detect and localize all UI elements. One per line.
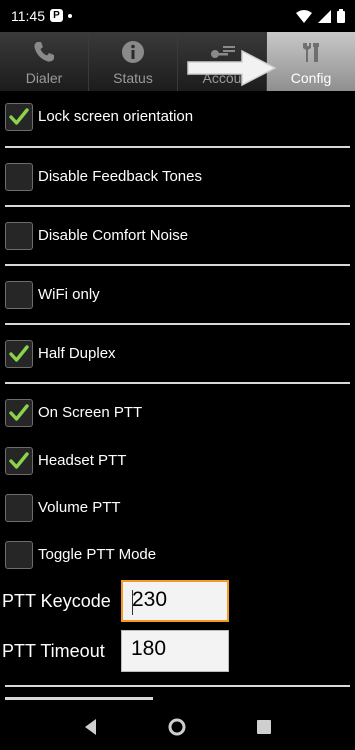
ptt-keycode-label: PTT Keycode: [2, 591, 111, 611]
option-disable-feedback-tones[interactable]: Disable Feedback Tones: [0, 161, 355, 197]
tab-dialer[interactable]: Dialer: [0, 32, 89, 91]
divider: [5, 323, 350, 325]
ptt-timeout-value: 180: [131, 637, 167, 660]
status-bar: 11:45 P: [0, 0, 355, 32]
account-key-icon: [211, 46, 235, 58]
option-volume-ptt[interactable]: Volume PTT: [0, 492, 355, 528]
tab-config-label: Config: [290, 70, 332, 86]
status-time: 11:45: [11, 8, 45, 24]
option-toggle-ptt-mode[interactable]: Toggle PTT Mode: [0, 539, 355, 575]
signal-icon: [318, 9, 331, 23]
notification-dot-icon: [68, 14, 72, 18]
tab-config[interactable]: Config: [267, 32, 355, 91]
divider: [5, 205, 350, 207]
ptt-keycode-value: 230: [132, 588, 168, 611]
tab-bar: Dialer Status Accou Config: [0, 32, 355, 91]
divider: [5, 685, 350, 687]
text-caret: [132, 590, 133, 615]
checkbox[interactable]: [5, 447, 33, 475]
notification-icon: P: [50, 9, 63, 22]
tools-icon: [303, 43, 319, 62]
ptt-keycode-row: PTT Keycode 230: [0, 580, 355, 624]
wifi-icon: [296, 9, 312, 23]
option-on-screen-ptt[interactable]: On Screen PTT: [0, 397, 355, 433]
option-label: WiFi only: [38, 286, 100, 303]
checkbox[interactable]: [5, 281, 33, 309]
divider: [5, 382, 350, 384]
option-half-duplex[interactable]: Half Duplex: [0, 338, 355, 374]
option-label: Disable Feedback Tones: [38, 168, 202, 185]
option-wifi-only[interactable]: WiFi only: [0, 279, 355, 315]
ptt-timeout-row: PTT Timeout 180: [0, 630, 355, 674]
option-label: Lock screen orientation: [38, 108, 194, 125]
tab-status[interactable]: Status: [89, 32, 178, 91]
option-label: Toggle PTT Mode: [38, 546, 157, 563]
checkbox[interactable]: [5, 541, 33, 569]
tab-accounts-label: Accou: [202, 70, 242, 86]
checkbox[interactable]: [5, 399, 33, 427]
ptt-keycode-input[interactable]: 230: [121, 580, 229, 622]
option-label: Disable Comfort Noise: [38, 227, 189, 244]
option-label: Headset PTT: [38, 452, 127, 469]
phone-icon: [34, 42, 54, 62]
tab-accounts[interactable]: Accou: [178, 32, 267, 91]
checkbox[interactable]: [5, 222, 33, 250]
system-icons: [296, 9, 345, 23]
ptt-timeout-label: PTT Timeout: [2, 641, 105, 661]
checkbox[interactable]: [5, 163, 33, 191]
option-disable-comfort-noise[interactable]: Disable Comfort Noise: [0, 220, 355, 256]
tab-status-label: Status: [113, 70, 153, 86]
ptt-timeout-input[interactable]: 180: [121, 630, 229, 672]
checkbox[interactable]: [5, 494, 33, 522]
home-icon[interactable]: [167, 717, 187, 737]
check-icon: [9, 404, 29, 421]
option-label: On Screen PTT: [38, 404, 143, 421]
scroll-indicator: [5, 697, 153, 700]
option-label: Half Duplex: [38, 345, 116, 362]
option-label: Volume PTT: [38, 499, 121, 516]
check-icon: [9, 452, 29, 469]
checkbox[interactable]: [5, 340, 33, 368]
tab-dialer-label: Dialer: [25, 70, 63, 86]
option-headset-ptt[interactable]: Headset PTT: [0, 445, 355, 481]
check-icon: [9, 108, 29, 125]
recents-icon[interactable]: [254, 717, 274, 737]
battery-icon: [337, 9, 345, 23]
info-icon: [122, 41, 144, 63]
checkbox[interactable]: [5, 103, 33, 131]
system-nav-bar: [0, 704, 355, 750]
check-icon: [9, 345, 29, 362]
option-lock-screen-orientation[interactable]: Lock screen orientation: [0, 101, 355, 137]
divider: [5, 146, 350, 148]
back-icon[interactable]: [81, 717, 101, 737]
divider: [5, 264, 350, 266]
